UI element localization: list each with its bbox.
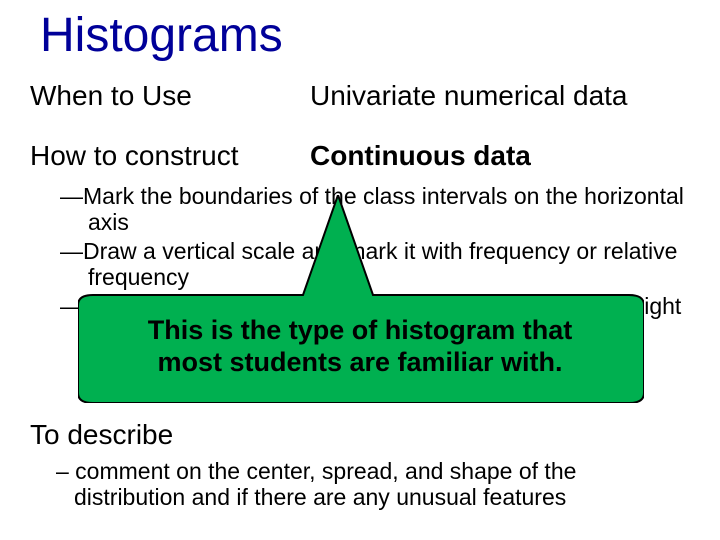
callout-line-1: This is the type of histogram that xyxy=(148,315,573,345)
construct-bullet-2: —Draw a vertical scale and mark it with … xyxy=(60,238,690,291)
callout-text: This is the type of histogram that most … xyxy=(90,314,630,379)
when-to-use-label: When to Use xyxy=(30,80,192,112)
slide-title: Histograms xyxy=(40,8,283,63)
when-to-use-value: Univariate numerical data xyxy=(310,80,628,112)
callout-line-2: most students are familiar with. xyxy=(157,347,562,377)
slide: Histograms When to Use Univariate numeri… xyxy=(0,0,720,540)
construct-bullet-1: —Mark the boundaries of the class interv… xyxy=(60,183,690,236)
describe-bullet-1: – comment on the center, spread, and sha… xyxy=(56,458,690,511)
how-to-construct-label: How to construct xyxy=(30,140,239,172)
describe-bullets: – comment on the center, spread, and sha… xyxy=(56,458,690,511)
how-to-construct-value: Continuous data xyxy=(310,140,531,172)
to-describe-heading: To describe xyxy=(30,419,173,451)
